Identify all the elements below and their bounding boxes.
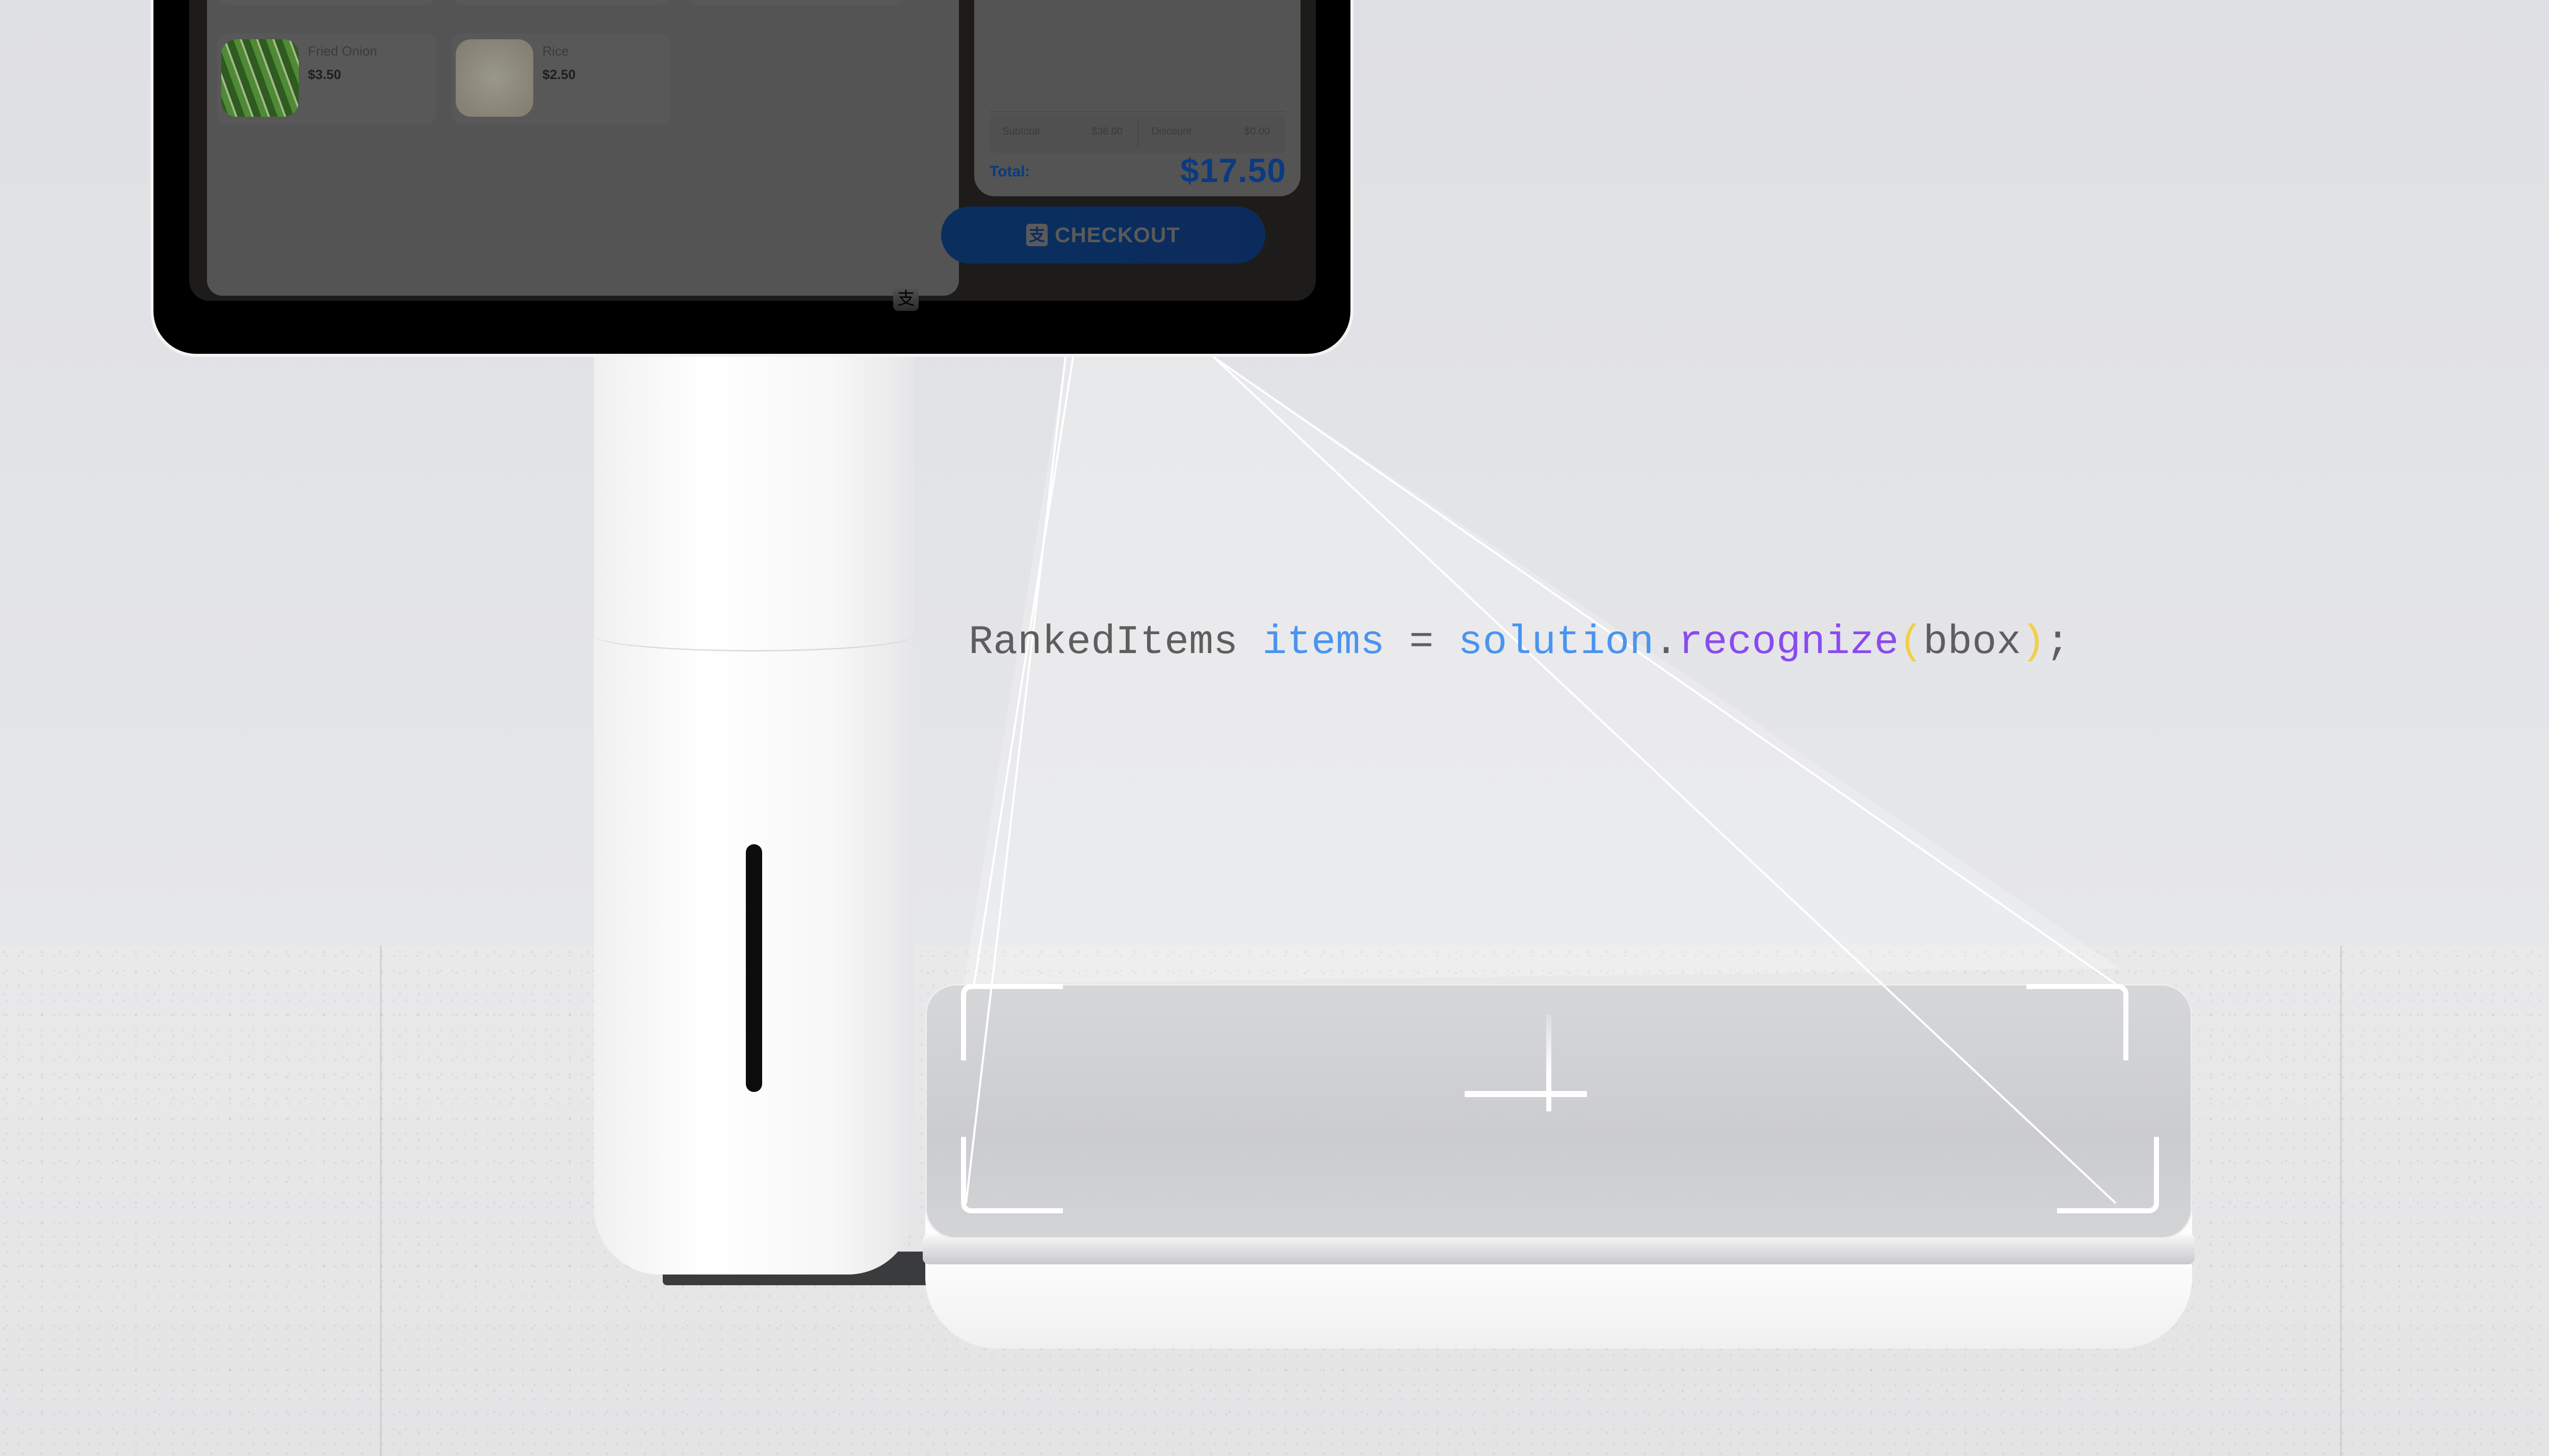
item-name: Fried Onion	[308, 43, 377, 59]
menu-item-card[interactable]: Fried Onion $3.50	[217, 33, 436, 125]
code-argument: bbox	[1923, 619, 2021, 666]
terminal-pole	[594, 357, 914, 1275]
floor-seam	[2340, 946, 2342, 1456]
code-type: RankedItems	[969, 619, 1238, 666]
code-operator: =	[1409, 619, 1434, 666]
order-summary: Subtotal $36.00 Discount $0.00	[990, 115, 1285, 153]
bbox-corner-bottom-left	[961, 1137, 1063, 1213]
bbox-corner-bottom-right	[2057, 1137, 2159, 1213]
scale-platform	[925, 984, 2192, 1239]
code-semicolon: ;	[2045, 619, 2070, 666]
item-thumbnail	[456, 39, 533, 117]
floor-seam	[380, 946, 382, 1456]
discount-label: Discount	[1152, 126, 1191, 137]
item-price: $3.50	[308, 67, 342, 82]
code-open-paren: (	[1898, 619, 1923, 666]
total-label: Total:	[990, 163, 1030, 180]
subtotal-value: $36.00	[1091, 126, 1123, 137]
alipay-logo-icon: 支	[893, 287, 919, 311]
cart-divider	[990, 111, 1285, 112]
total-value: $17.50	[1180, 151, 1286, 189]
alipay-icon: 支	[1026, 224, 1048, 246]
card-slot	[746, 844, 762, 1092]
bbox-corner-top-left	[961, 984, 1063, 1060]
code-variable: items	[1262, 619, 1385, 666]
item-thumbnail	[221, 39, 299, 117]
item-price: $2.50	[542, 67, 576, 82]
pole-seam	[594, 619, 914, 652]
subtotal-label: Subtotal	[1002, 126, 1040, 137]
checkout-label: CHECKOUT	[1055, 223, 1180, 247]
discount-value: $0.00	[1244, 126, 1270, 137]
pos-monitor: Fried Onion $3.50 Rice $2.50 $2.50 − 1 +…	[150, 0, 1354, 357]
menu-item-card[interactable]	[452, 0, 671, 5]
code-close-paren: )	[2021, 619, 2046, 666]
code-snippet: RankedItems items = solution.recognize(b…	[969, 619, 2070, 666]
menu-item-card[interactable]	[217, 0, 436, 5]
item-name: Rice	[542, 43, 569, 59]
code-dot: .	[1654, 619, 1679, 666]
cart-panel: $2.50 − 1 + Subtotal $36.00 Discount $0.…	[974, 0, 1300, 196]
code-object: solution	[1458, 619, 1654, 666]
menu-item-card[interactable]: Rice $2.50	[452, 33, 671, 125]
summary-divider	[1137, 120, 1138, 148]
menu-panel: Fried Onion $3.50 Rice $2.50	[207, 0, 959, 296]
checkout-button[interactable]: 支 CHECKOUT	[941, 206, 1265, 264]
code-method: recognize	[1678, 619, 1899, 666]
crosshair-horizontal	[1465, 1091, 1587, 1097]
bbox-corner-top-right	[2026, 984, 2128, 1060]
menu-item-card[interactable]	[686, 0, 905, 5]
